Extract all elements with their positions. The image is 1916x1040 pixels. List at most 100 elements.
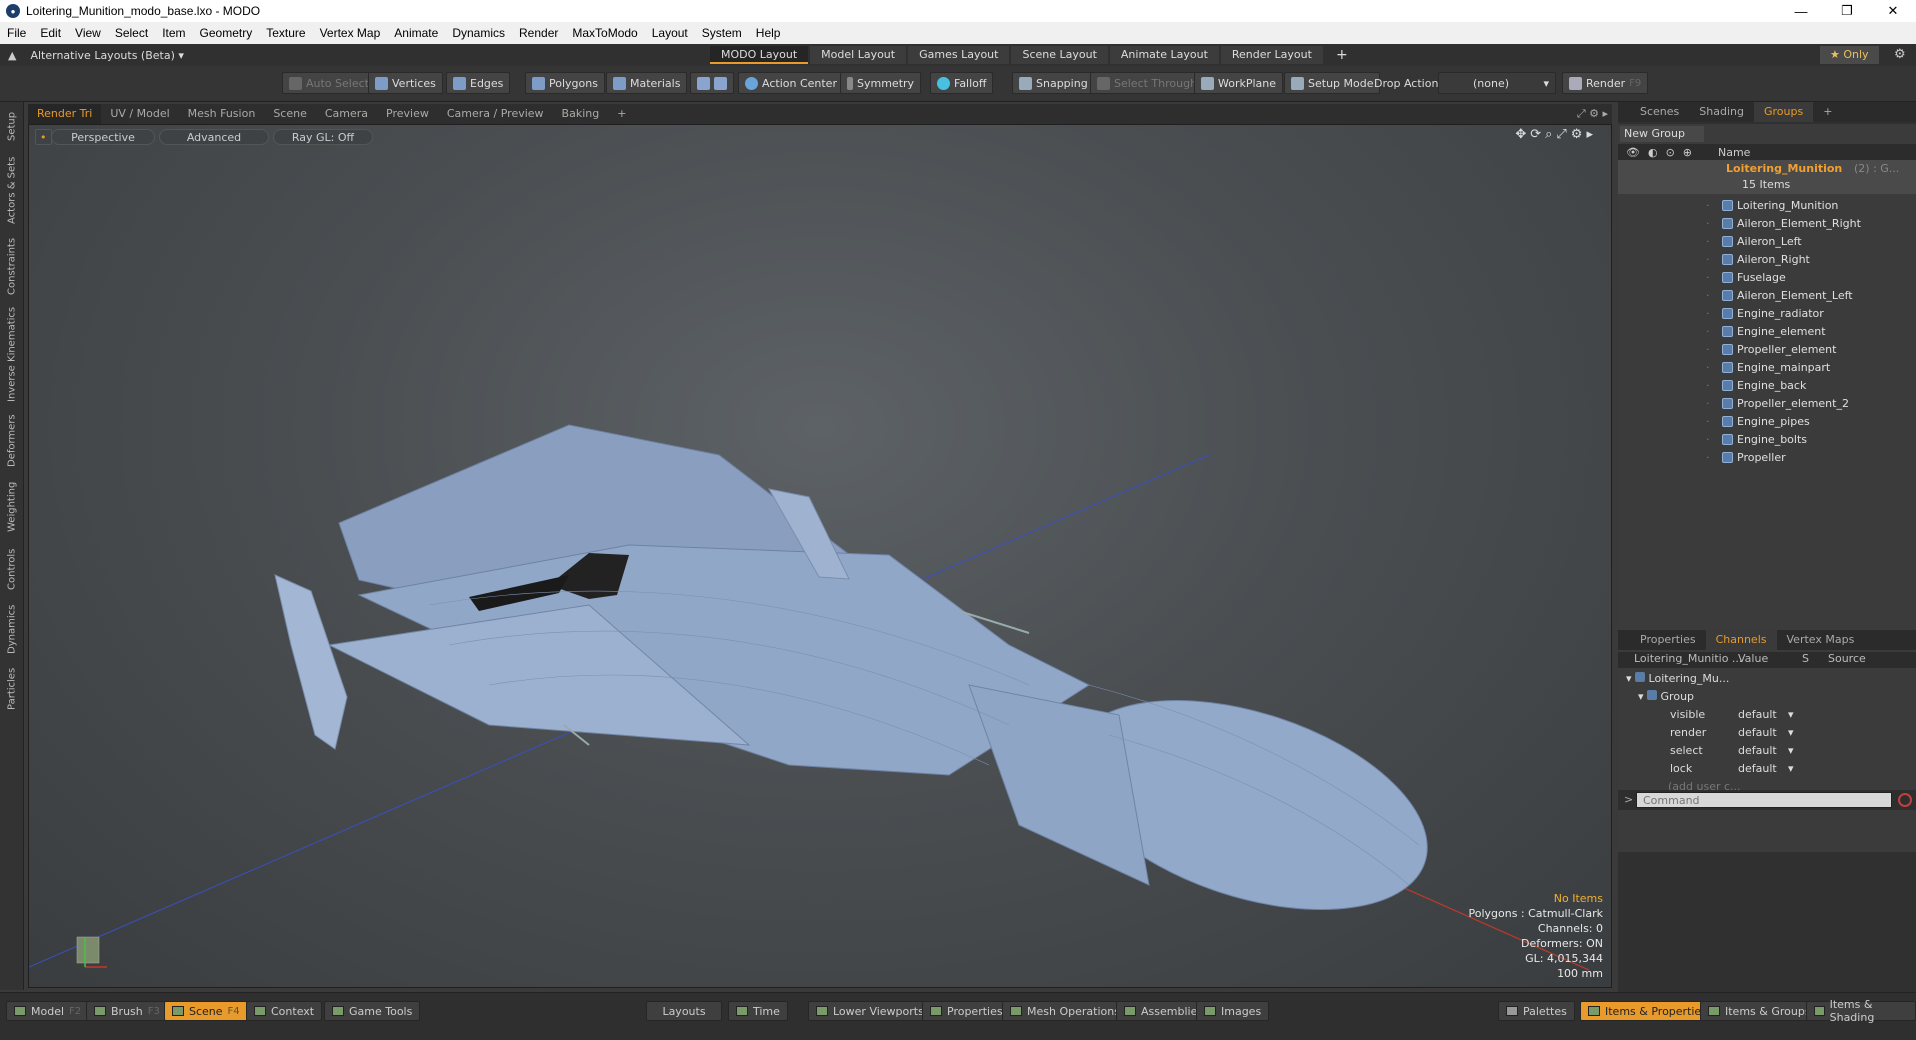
action-center-button[interactable]: Action Center xyxy=(738,72,844,94)
model-button[interactable]: Model F2 xyxy=(6,1001,90,1021)
close-button[interactable]: ✕ xyxy=(1870,0,1916,22)
menu-edit[interactable]: Edit xyxy=(33,26,68,40)
vtab-constraints[interactable]: Constraints xyxy=(3,236,21,296)
vtab-actors-sets[interactable]: Actors & Sets xyxy=(3,154,21,226)
menu-item[interactable]: Item xyxy=(155,26,192,40)
list-item[interactable]: · Engine_element xyxy=(1618,322,1916,340)
layouts-button[interactable]: Layouts xyxy=(646,1001,722,1021)
menu-maxtomodo[interactable]: MaxToModo xyxy=(565,26,644,40)
tab-animate-layout[interactable]: Animate Layout xyxy=(1109,46,1219,64)
menu-texture[interactable]: Texture xyxy=(259,26,312,40)
list-item[interactable]: · Engine_radiator xyxy=(1618,304,1916,322)
items-groups-button[interactable]: Items & Groups xyxy=(1700,1001,1819,1021)
menu-file[interactable]: File xyxy=(0,26,33,40)
list-item[interactable]: · Engine_pipes xyxy=(1618,412,1916,430)
snapping-button[interactable]: Snapping xyxy=(1012,72,1095,94)
vtab-deformers[interactable]: Deformers xyxy=(3,412,21,470)
vertices-button[interactable]: Vertices xyxy=(368,72,443,94)
tab-vertex-maps[interactable]: Vertex Maps xyxy=(1777,630,1865,650)
channel-row[interactable]: lock default ▾ xyxy=(1618,762,1916,780)
materials-button[interactable]: Materials xyxy=(606,72,688,94)
menu-system[interactable]: System xyxy=(695,26,749,40)
menu-render[interactable]: Render xyxy=(512,26,565,40)
tab-preview[interactable]: Preview xyxy=(377,104,438,124)
scene-button[interactable]: Scene F4 xyxy=(164,1001,248,1021)
channel-value[interactable]: default xyxy=(1738,708,1777,721)
list-item[interactable]: · Engine_bolts xyxy=(1618,430,1916,448)
tab-scene-layout[interactable]: Scene Layout xyxy=(1011,46,1108,64)
vtab-setup[interactable]: Setup xyxy=(3,108,21,144)
menu-layout[interactable]: Layout xyxy=(645,26,695,40)
command-input[interactable] xyxy=(1636,792,1892,808)
edges-button[interactable]: Edges xyxy=(446,72,511,94)
tab-render-tri[interactable]: Render Tri xyxy=(28,104,102,124)
vtab-dynamics[interactable]: Dynamics xyxy=(3,602,21,656)
tab-scene[interactable]: Scene xyxy=(264,104,316,124)
workplane-button[interactable]: WorkPlane xyxy=(1194,72,1284,94)
layout-up-icon[interactable]: ▲ xyxy=(8,49,16,62)
items-properties-button[interactable]: Items & Properties xyxy=(1580,1001,1715,1021)
record-icon[interactable] xyxy=(1898,793,1912,807)
list-item[interactable]: · Aileron_Right xyxy=(1618,250,1916,268)
game-tools-button[interactable]: Game Tools xyxy=(324,1001,421,1021)
add-layout-button[interactable]: + xyxy=(1325,46,1359,64)
menu-dynamics[interactable]: Dynamics xyxy=(445,26,512,40)
maximize-button[interactable]: ❐ xyxy=(1824,0,1870,22)
tab-render-layout[interactable]: Render Layout xyxy=(1220,46,1323,64)
list-item[interactable]: · Aileron_Left xyxy=(1618,232,1916,250)
palettes-button[interactable]: Palettes xyxy=(1498,1001,1575,1021)
tab-modo-layout[interactable]: MODO Layout xyxy=(710,46,809,64)
polygons-button[interactable]: Polygons xyxy=(525,72,605,94)
vtab-particles[interactable]: Particles xyxy=(3,664,21,714)
tab-scenes[interactable]: Scenes xyxy=(1630,102,1689,122)
render-button[interactable]: Render F9 xyxy=(1562,72,1649,94)
tab-baking[interactable]: Baking xyxy=(553,104,609,124)
menu-animate[interactable]: Animate xyxy=(387,26,445,40)
gear-icon[interactable]: ⚙ xyxy=(1894,47,1906,62)
add-viewport-tab-button[interactable]: + xyxy=(608,104,635,124)
brush-button[interactable]: Brush F3 xyxy=(86,1001,168,1021)
vtab-inverse-kinematics[interactable]: Inverse Kinematics xyxy=(3,306,21,402)
channel-value[interactable]: default xyxy=(1738,744,1777,757)
list-item[interactable]: · Engine_back xyxy=(1618,376,1916,394)
menu-geometry[interactable]: Geometry xyxy=(193,26,260,40)
images-button[interactable]: Images xyxy=(1196,1001,1270,1021)
select-through-button[interactable]: Select Through xyxy=(1090,72,1205,94)
lower-viewports-button[interactable]: Lower Viewports xyxy=(808,1001,932,1021)
mesh-operations-button[interactable]: Mesh Operations xyxy=(1002,1001,1128,1021)
tab-model-layout[interactable]: Model Layout xyxy=(810,46,907,64)
falloff-button[interactable]: Falloff xyxy=(930,72,994,94)
new-group-button[interactable]: New Group xyxy=(1620,126,1704,142)
list-item[interactable]: · Propeller_element_2 xyxy=(1618,394,1916,412)
menu-view[interactable]: View xyxy=(68,26,108,40)
add-panel-tab-button[interactable]: + xyxy=(1813,102,1842,122)
channels-root[interactable]: ▾ Loitering_Mu... xyxy=(1626,672,1729,685)
channel-row[interactable]: select default ▾ xyxy=(1618,744,1916,762)
context-button[interactable]: Context xyxy=(246,1001,323,1021)
list-item[interactable]: · Loitering_Munition xyxy=(1618,196,1916,214)
list-item[interactable]: · Aileron_Element_Left xyxy=(1618,286,1916,304)
vtab-weighting[interactable]: Weighting xyxy=(3,478,21,536)
tab-camera[interactable]: Camera xyxy=(316,104,377,124)
list-item[interactable]: · Engine_mainpart xyxy=(1618,358,1916,376)
tab-groups[interactable]: Groups xyxy=(1753,102,1814,122)
chevron-down-icon[interactable]: ▾ xyxy=(1788,726,1794,739)
auto-select-button[interactable]: Auto Select xyxy=(282,72,376,94)
tab-channels[interactable]: Channels xyxy=(1705,630,1777,650)
3d-viewport[interactable]: • Perspective Advanced Ray GL: Off ✥⟳⌕⤢⚙… xyxy=(28,124,1612,988)
chevron-down-icon[interactable]: ▾ xyxy=(1788,708,1794,721)
list-item[interactable]: · Propeller xyxy=(1618,448,1916,466)
list-item[interactable]: · Fuselage xyxy=(1618,268,1916,286)
minimize-button[interactable]: — xyxy=(1778,0,1824,22)
viewport-tab-options-icon[interactable]: ⤢ ⚙ ▸ xyxy=(1577,107,1608,121)
only-button[interactable]: ★ Only xyxy=(1820,46,1879,64)
tab-uv-model[interactable]: UV / Model xyxy=(101,104,178,124)
channel-value[interactable]: default xyxy=(1738,762,1777,775)
menu-select[interactable]: Select xyxy=(108,26,155,40)
pivot-icon[interactable] xyxy=(690,72,734,94)
menu-vertex-map[interactable]: Vertex Map xyxy=(313,26,388,40)
list-item[interactable]: · Propeller_element xyxy=(1618,340,1916,358)
vtab-controls[interactable]: Controls xyxy=(3,544,21,594)
tab-mesh-fusion[interactable]: Mesh Fusion xyxy=(179,104,265,124)
symmetry-button[interactable]: Symmetry xyxy=(840,72,922,94)
